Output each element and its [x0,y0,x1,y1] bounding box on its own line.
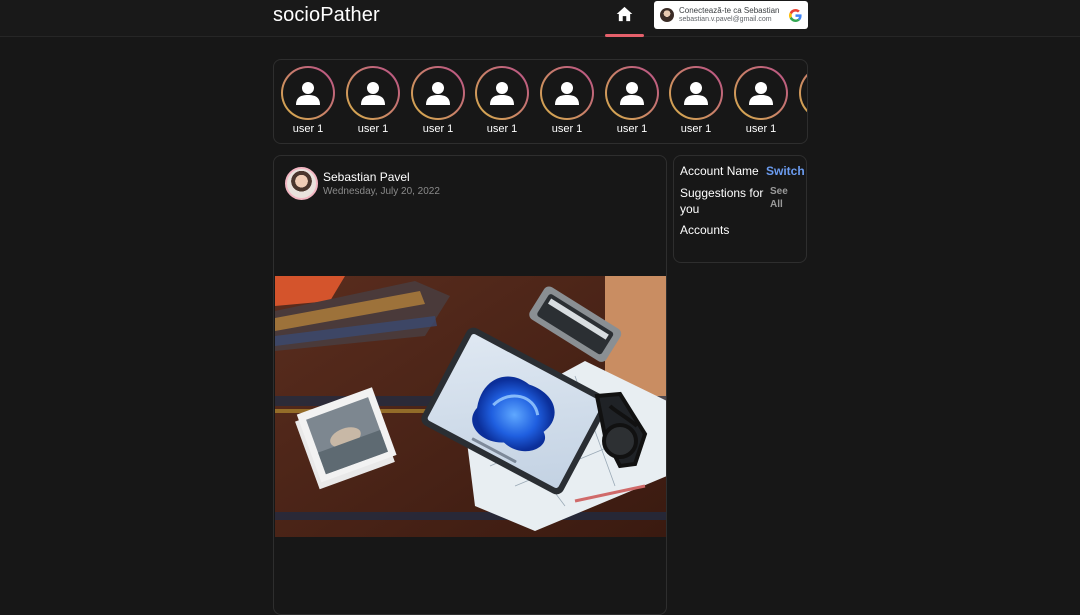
post-date: Wednesday, July 20, 2022 [323,186,440,197]
story-ring [605,66,659,120]
google-g-icon [789,8,802,22]
story-ring [281,66,335,120]
user-icon [361,82,385,105]
user-icon [684,82,708,105]
app-logo[interactable]: socioPather [273,4,380,27]
user-icon [490,82,514,105]
accounts-label: Accounts [680,223,730,237]
google-account-avatar [660,8,674,22]
story-ring [540,66,594,120]
story-ring [734,66,788,120]
post-image[interactable] [275,276,666,537]
story-label: user 1 [357,123,389,135]
see-all-link[interactable]: See All [770,185,800,211]
story-item-partial[interactable] [798,66,807,120]
story-item[interactable]: user 1 [668,66,724,135]
stories-bar[interactable]: user 1 user 1 user 1 user 1 user 1 user … [273,59,808,144]
story-item[interactable]: user 1 [280,66,336,135]
top-navbar: socioPather Conectează-te ca Sebastian s… [0,0,1080,37]
post-card: Sebastian Pavel Wednesday, July 20, 2022 [273,155,667,615]
user-icon [620,82,644,105]
story-item[interactable]: user 1 [345,66,401,135]
story-item[interactable]: user 1 [474,66,530,135]
story-ring [411,66,465,120]
story-ring [346,66,400,120]
author-avatar[interactable] [285,167,318,200]
user-icon [749,82,773,105]
story-ring [669,66,723,120]
story-label: user 1 [616,123,648,135]
google-account-email: sebastian.v.pavel@gmail.com [679,16,772,23]
story-item[interactable]: user 1 [733,66,789,135]
user-icon [555,82,579,105]
story-label: user 1 [422,123,454,135]
home-icon [616,6,633,22]
story-item[interactable]: user 1 [539,66,595,135]
active-tab-indicator [605,34,644,37]
story-item[interactable]: user 1 [604,66,660,135]
story-label: user 1 [680,123,712,135]
switch-account-link[interactable]: Switch [766,164,805,178]
post-author[interactable]: Sebastian Pavel [323,170,410,184]
story-label: user 1 [745,123,777,135]
account-name: Account Name [680,164,759,178]
story-label: user 1 [486,123,518,135]
suggestions-panel: Account Name Switch Suggestions for you … [673,155,807,263]
story-ring [799,66,807,120]
user-icon [426,82,450,105]
story-ring [475,66,529,120]
user-icon [296,82,320,105]
story-item[interactable]: user 1 [410,66,466,135]
google-sign-in-button[interactable]: Conectează-te ca Sebastian sebastian.v.p… [654,1,808,29]
story-label: user 1 [551,123,583,135]
google-account-title: Conectează-te ca Sebastian [679,6,780,15]
suggestions-heading: Suggestions for you [680,186,764,216]
post-photo [275,276,666,537]
story-label: user 1 [292,123,324,135]
home-button[interactable] [605,3,644,37]
